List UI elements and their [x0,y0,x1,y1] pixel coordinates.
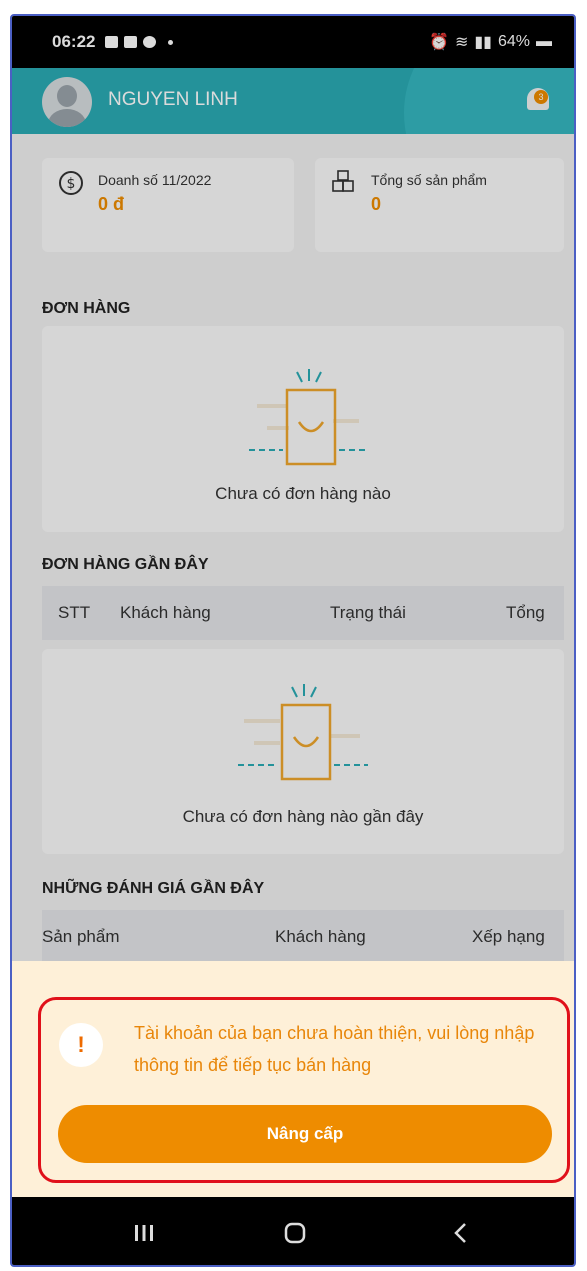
back-icon[interactable] [421,1197,501,1265]
column-customer: Khách hàng [120,603,211,622]
orders-title: ĐƠN HÀNG [42,300,131,317]
recent-orders-empty-message: Chưa có đơn hàng nào gần đây [182,807,424,826]
empty-bag-icon [238,684,368,781]
alarm-icon: ⏰ [429,34,449,51]
signal-icon: ▮▮ [474,34,492,51]
recent-reviews-title: NHỮNG ĐÁNH GIÁ GẦN ĐÂY [42,880,265,897]
sales-card[interactable]: $ Doanh số 11/2022 0 đ [42,158,294,252]
notification-badge: 3 [534,90,548,104]
recent-reviews-header: Sản phẩm Khách hàng Xếp hạng [42,910,564,964]
home-icon[interactable] [255,1197,335,1265]
avatar-head [57,85,77,107]
products-value: 0 [371,194,382,214]
status-time: 06:22 [52,32,96,51]
column-stt: STT [58,603,91,622]
avatar-body [48,109,86,127]
recent-orders-title: ĐƠN HÀNG GẦN ĐÂY [42,556,209,573]
upgrade-button[interactable]: Nâng cấp [58,1105,552,1163]
battery-icon: ▬ [536,33,552,50]
recent-orders-header: STT Khách hàng Trạng thái Tổng [42,586,564,640]
column-rating: Xếp hạng [472,927,545,946]
upgrade-alert-panel: ! Tài khoản của bạn chưa hoàn thiện, vui… [12,961,574,1197]
phone-screen: 06:22 ⏰ ≋ ▮▮ 64% ▬ NGUYEN LINH 3 $ Doanh… [10,14,576,1267]
home-glyph [284,1222,306,1244]
products-label: Tổng số sản phẩm [371,172,487,188]
dollar-circle-icon: $ [59,171,83,195]
recent-apps-icon[interactable] [104,1197,184,1265]
alert-message: Tài khoản của bạn chưa hoàn thiện, vui l… [134,1023,535,1075]
column-status: Trạng thái [330,603,406,622]
svg-text:$: $ [67,176,76,192]
wifi-icon: ≋ [454,34,469,51]
battery-percentage: 64% [497,33,530,50]
recent-apps-glyph [135,1225,153,1241]
recent-orders-empty-card: Chưa có đơn hàng nào gần đây [42,649,564,854]
back-glyph [454,1223,466,1243]
avatar[interactable] [42,77,92,127]
user-name: NGUYEN LINH [108,89,238,110]
column-total: Tổng [506,603,545,622]
status-bar: 06:22 ⏰ ≋ ▮▮ 64% ▬ [12,16,574,68]
notification-bell-icon[interactable]: 3 [524,86,552,116]
message-icon [124,36,138,48]
sales-value: 0 đ [98,194,125,214]
column-review-customer: Khách hàng [275,927,366,946]
system-nav-bar [12,1197,574,1265]
products-card[interactable]: Tổng số sản phẩm 0 [315,158,564,252]
sales-label: Doanh số 11/2022 [98,172,212,188]
gallery-icon [105,36,119,48]
column-product: Sản phẩm [42,927,120,946]
notification-icons [105,36,174,48]
more-dot-icon [168,39,174,45]
empty-bag-icon [249,369,365,466]
system-icons: ⏰ ≋ ▮▮ 64% ▬ [429,32,552,52]
orders-empty-message: Chưa có đơn hàng nào [215,484,391,503]
warning-icon: ! [59,1023,103,1067]
chrome-icon [143,36,157,48]
app-header: NGUYEN LINH 3 [12,68,574,134]
orders-empty-card: Chưa có đơn hàng nào [42,326,564,532]
products-grid-icon [332,170,354,192]
